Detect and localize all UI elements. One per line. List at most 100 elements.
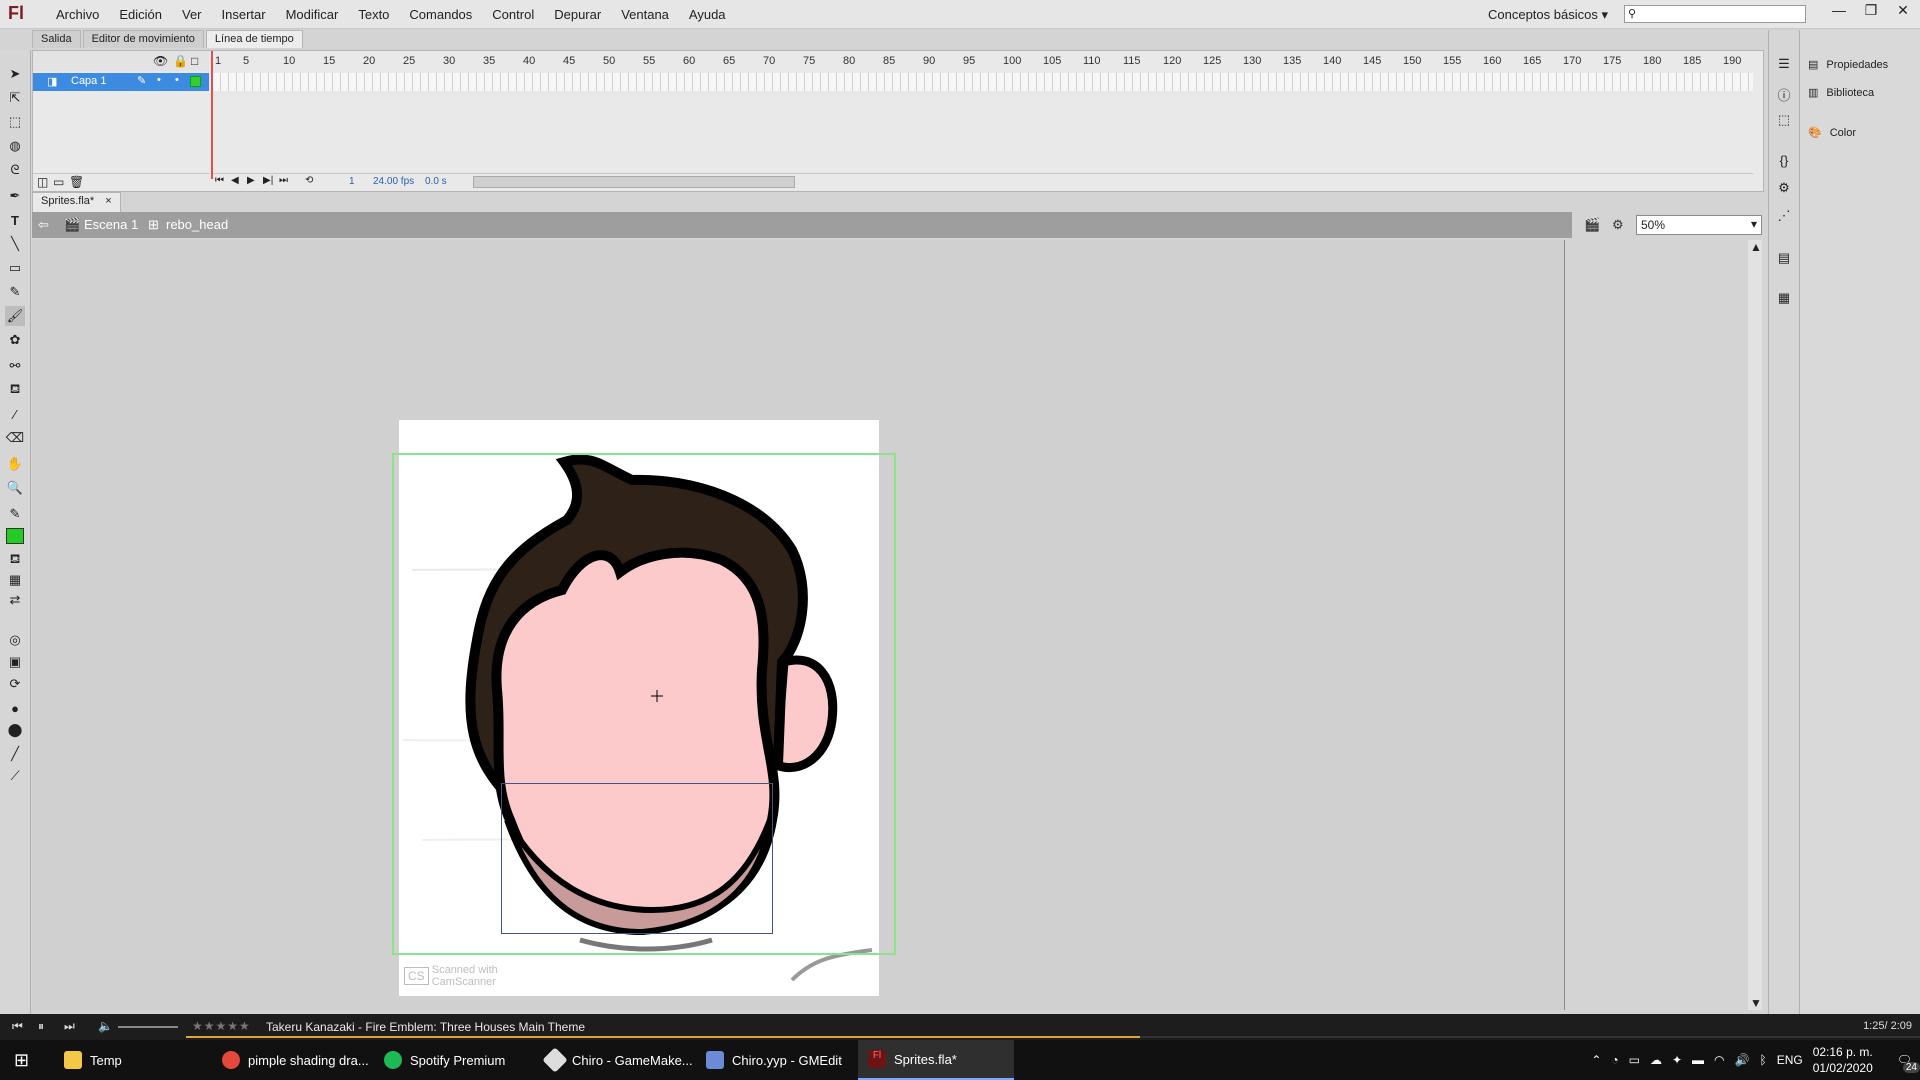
eye-icon[interactable]: 👁 bbox=[153, 54, 168, 68]
fill-bucket-icon[interactable]: ⛾ bbox=[5, 550, 25, 570]
bone-tool-icon[interactable]: ⚯ bbox=[5, 356, 25, 376]
new-layer-icon[interactable]: ◫ bbox=[37, 175, 48, 189]
panel-propiedades[interactable]: ▤ Propiedades bbox=[1808, 58, 1888, 72]
panel-color[interactable]: 🎨 Color bbox=[1808, 126, 1856, 140]
timeline-scrollbar[interactable] bbox=[473, 176, 795, 188]
zoom-tool-icon[interactable]: 🔍 bbox=[5, 478, 25, 498]
volume-tray-icon[interactable]: 🔊 bbox=[1735, 1053, 1750, 1067]
pause-icon[interactable]: ⏸ bbox=[38, 1019, 44, 1034]
clock[interactable]: 02:16 p. m. 01/02/2020 bbox=[1813, 1044, 1873, 1076]
lasso-icon[interactable]: ᘓ bbox=[5, 160, 25, 180]
task-gmedit[interactable]: Chiro.yyp - GMEdit bbox=[696, 1040, 852, 1080]
components-icon[interactable]: ⚙ bbox=[1774, 178, 1794, 198]
edit-symbol-icon[interactable]: ⚙ bbox=[1612, 217, 1624, 233]
frames-row[interactable] bbox=[213, 73, 1753, 91]
lock-fill-icon[interactable]: ▣ bbox=[5, 652, 25, 672]
brush-mode-icon[interactable]: ⟳ bbox=[5, 674, 25, 694]
panel-biblioteca[interactable]: ▥ Biblioteca bbox=[1808, 86, 1874, 100]
rating-stars[interactable]: ★★★★★ bbox=[192, 1019, 251, 1033]
fill-color-swatch[interactable] bbox=[5, 526, 25, 546]
tilt-icon[interactable]: ⟋ bbox=[5, 766, 25, 786]
layer-name[interactable]: Capa 1 bbox=[71, 75, 106, 87]
pressure-icon[interactable]: ╱ bbox=[5, 744, 25, 764]
history-icon[interactable]: ▤ bbox=[1774, 248, 1794, 268]
outline-icon[interactable]: □ bbox=[191, 54, 198, 68]
task-animate[interactable]: Fl Sprites.fla* bbox=[858, 1040, 1014, 1080]
next-track-icon[interactable]: ⏭ bbox=[64, 1019, 75, 1034]
object-drawing-icon[interactable]: ◎ bbox=[5, 630, 25, 650]
selection-tool-icon[interactable]: ➤ bbox=[5, 64, 25, 84]
chevron-up-icon[interactable]: ⌃ bbox=[1591, 1053, 1601, 1067]
vertical-scrollbar[interactable]: ▲ ▼ bbox=[1748, 240, 1762, 1010]
info-icon[interactable]: ⓘ bbox=[1774, 84, 1794, 104]
bluetooth-icon[interactable]: ᛒ bbox=[1759, 1053, 1766, 1067]
pencil-tool-icon[interactable]: ✎ bbox=[5, 282, 25, 302]
tab-salida[interactable]: Salida bbox=[32, 30, 81, 48]
workspace-switcher[interactable]: Conceptos básicos ▾ bbox=[1488, 7, 1608, 23]
selection-rectangle[interactable] bbox=[501, 783, 773, 934]
fps-value[interactable]: 24.00 fps bbox=[373, 176, 414, 187]
loop-icon[interactable]: ⟲ bbox=[305, 175, 313, 186]
cloud-icon[interactable]: ☁ bbox=[1650, 1053, 1662, 1067]
layer-visible-dot[interactable]: • bbox=[157, 74, 161, 86]
layer-lock-dot[interactable]: • bbox=[175, 74, 179, 86]
back-arrow-icon[interactable]: ⇦ bbox=[38, 217, 49, 233]
paint-bucket-icon[interactable]: ⛾ bbox=[5, 380, 25, 400]
track-progress[interactable] bbox=[186, 1036, 1920, 1038]
task-chrome[interactable]: pimple shading dra... bbox=[212, 1040, 379, 1080]
zoom-select[interactable]: 50% ▾ bbox=[1636, 215, 1762, 235]
delete-layer-icon[interactable]: 🗑 bbox=[69, 175, 84, 189]
notification-center-icon[interactable]: 🗨 24 bbox=[1897, 1053, 1920, 1073]
close-button[interactable]: ✕ bbox=[1894, 2, 1912, 19]
no-color-icon[interactable]: ▦ bbox=[5, 570, 25, 590]
pen-tool-icon[interactable]: ✒ bbox=[5, 186, 25, 206]
first-frame-icon[interactable]: ⏮ bbox=[215, 175, 224, 186]
last-frame-icon[interactable]: ⏭ bbox=[279, 175, 288, 186]
tab-editor-movimiento[interactable]: Editor de movimiento bbox=[82, 30, 204, 48]
close-icon[interactable]: × bbox=[105, 195, 111, 207]
brush-shape-icon[interactable]: ⬤ bbox=[5, 720, 25, 740]
volume-icon[interactable]: 🔈 bbox=[98, 1019, 113, 1033]
prev-frame-icon[interactable]: ◀ bbox=[231, 175, 239, 186]
storage-icon[interactable]: ▬ bbox=[1692, 1053, 1704, 1067]
lock-icon[interactable]: 🔒 bbox=[173, 54, 188, 68]
text-tool-icon[interactable]: T bbox=[5, 210, 25, 230]
minimize-button[interactable]: — bbox=[1830, 2, 1848, 19]
breadcrumb-symbol[interactable]: rebo_head bbox=[166, 217, 228, 232]
brush-tool-icon[interactable]: 🖌 bbox=[5, 306, 25, 326]
menu-ver[interactable]: Ver bbox=[172, 7, 212, 22]
menu-control[interactable]: Control bbox=[482, 7, 544, 22]
menu-archivo[interactable]: Archivo bbox=[46, 7, 109, 22]
frame-ruler[interactable]: 1 5 10 15 20 25 30 35 40 45 50 55 60 65 70 75 80 85 90 95 10… bbox=[213, 51, 1753, 71]
menu-ventana[interactable]: Ventana bbox=[611, 7, 679, 22]
3d-rotation-icon[interactable]: ◍ bbox=[5, 136, 25, 156]
menu-ayuda[interactable]: Ayuda bbox=[679, 7, 736, 22]
search-input[interactable]: ⚲ bbox=[1624, 5, 1806, 23]
code-snippets-icon[interactable]: {} bbox=[1774, 150, 1794, 170]
next-frame-icon[interactable]: ▶| bbox=[263, 175, 273, 186]
edit-scene-icon[interactable]: 🎬 bbox=[1584, 217, 1600, 233]
volume-slider[interactable] bbox=[118, 1026, 178, 1028]
menu-texto[interactable]: Texto bbox=[348, 7, 399, 22]
task-temp[interactable]: Temp bbox=[54, 1040, 132, 1080]
menu-depurar[interactable]: Depurar bbox=[544, 7, 611, 22]
breadcrumb-scene[interactable]: Escena 1 bbox=[84, 217, 138, 232]
rectangle-tool-icon[interactable]: ▭ bbox=[5, 258, 25, 278]
battery-icon[interactable]: ▭ bbox=[1629, 1053, 1640, 1067]
task-spotify[interactable]: Spotify Premium bbox=[374, 1040, 515, 1080]
free-transform-icon[interactable]: ⬚ bbox=[5, 112, 25, 132]
current-frame[interactable]: 1 bbox=[349, 176, 355, 187]
deco-tool-icon[interactable]: ✿ bbox=[5, 330, 25, 350]
hand-tool-icon[interactable]: ✋ bbox=[5, 454, 25, 474]
scroll-up-icon[interactable]: ▲ bbox=[1750, 240, 1762, 254]
menu-insertar[interactable]: Insertar bbox=[212, 7, 276, 22]
language-indicator[interactable]: ENG bbox=[1777, 1053, 1803, 1067]
scroll-down-icon[interactable]: ▼ bbox=[1750, 996, 1762, 1010]
line-tool-icon[interactable]: ╲ bbox=[5, 234, 25, 254]
new-folder-icon[interactable]: ▭ bbox=[53, 175, 64, 189]
layer-row[interactable]: ◨ Capa 1 ✎ • • bbox=[33, 73, 209, 91]
eraser-icon[interactable]: ⌫ bbox=[5, 428, 25, 448]
dropbox-icon[interactable]: ✦ bbox=[1672, 1053, 1682, 1067]
windows-start-icon[interactable]: ⊞ bbox=[4, 1040, 39, 1080]
task-gamemaker[interactable]: Chiro - GameMake... bbox=[536, 1040, 703, 1080]
